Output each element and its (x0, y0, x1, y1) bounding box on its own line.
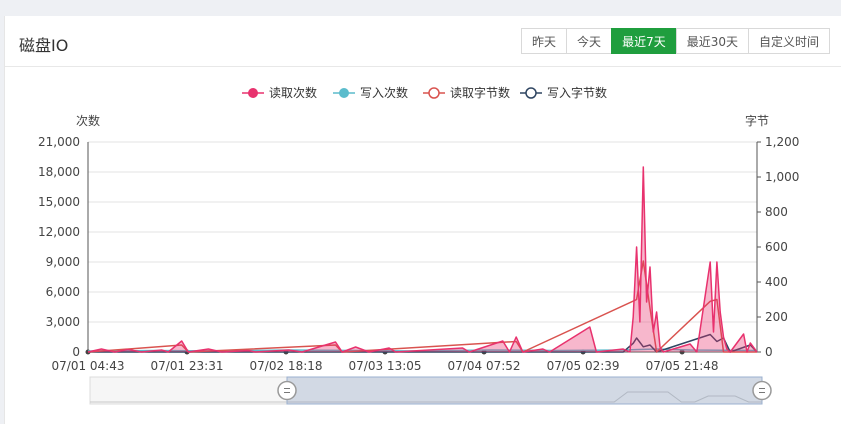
legend-label: 读取次数 (269, 85, 317, 100)
y-right-tick-label: 800 (765, 205, 788, 219)
y-left-tick-label: 6,000 (46, 285, 80, 299)
y-left-tick-label: 21,000 (38, 135, 80, 149)
legend-label: 读取字节数 (450, 85, 510, 100)
legend-marker-filled (339, 88, 349, 98)
legend-marker-filled (248, 88, 258, 98)
y-right-tick-label: 1,200 (765, 135, 799, 149)
x-tick-label: 07/03 13:05 (349, 359, 422, 373)
y-left-tick-label: 3,000 (46, 315, 80, 329)
x-tick-label: 07/05 02:39 (547, 359, 620, 373)
y-left-tick-label: 12,000 (38, 225, 80, 239)
legend-marker-hollow (428, 87, 440, 99)
zoom-selection-window[interactable] (286, 376, 763, 405)
y-left-tick-label: 9,000 (46, 255, 80, 269)
y-right-tick-label: 200 (765, 310, 788, 324)
y-left-tick-label: 0 (72, 345, 80, 359)
x-tick-label: 07/04 07:52 (448, 359, 521, 373)
y-left-axis-label: 次数 (76, 113, 100, 128)
disk-io-chart: 0 3,000 6,000 9,000 12,000 15,000 18,000 21,000… (38, 85, 799, 405)
x-tick-label: 07/05 21:48 (646, 359, 719, 373)
x-tick-label: 07/02 18:18 (250, 359, 323, 373)
zoom-handle-right[interactable] (752, 380, 772, 401)
y-right-tick-label: 600 (765, 240, 788, 254)
y-right-tick-label: 1,000 (765, 170, 799, 184)
y-right-tick-label: 0 (765, 345, 773, 359)
x-tick-label: 07/01 04:43 (52, 359, 125, 373)
y-right-axis-label: 字节 (745, 113, 769, 128)
legend-marker-hollow (525, 87, 537, 99)
series-area-read-count (88, 167, 757, 352)
y-left-tick-label: 18,000 (38, 165, 80, 179)
x-tick-label: 07/01 23:31 (151, 359, 224, 373)
y-right-tick-label: 400 (765, 275, 788, 289)
legend-label: 写入字节数 (547, 85, 607, 100)
zoom-handle-left[interactable] (277, 380, 297, 401)
y-left-tick-label: 15,000 (38, 195, 80, 209)
legend-label: 写入次数 (360, 85, 408, 100)
